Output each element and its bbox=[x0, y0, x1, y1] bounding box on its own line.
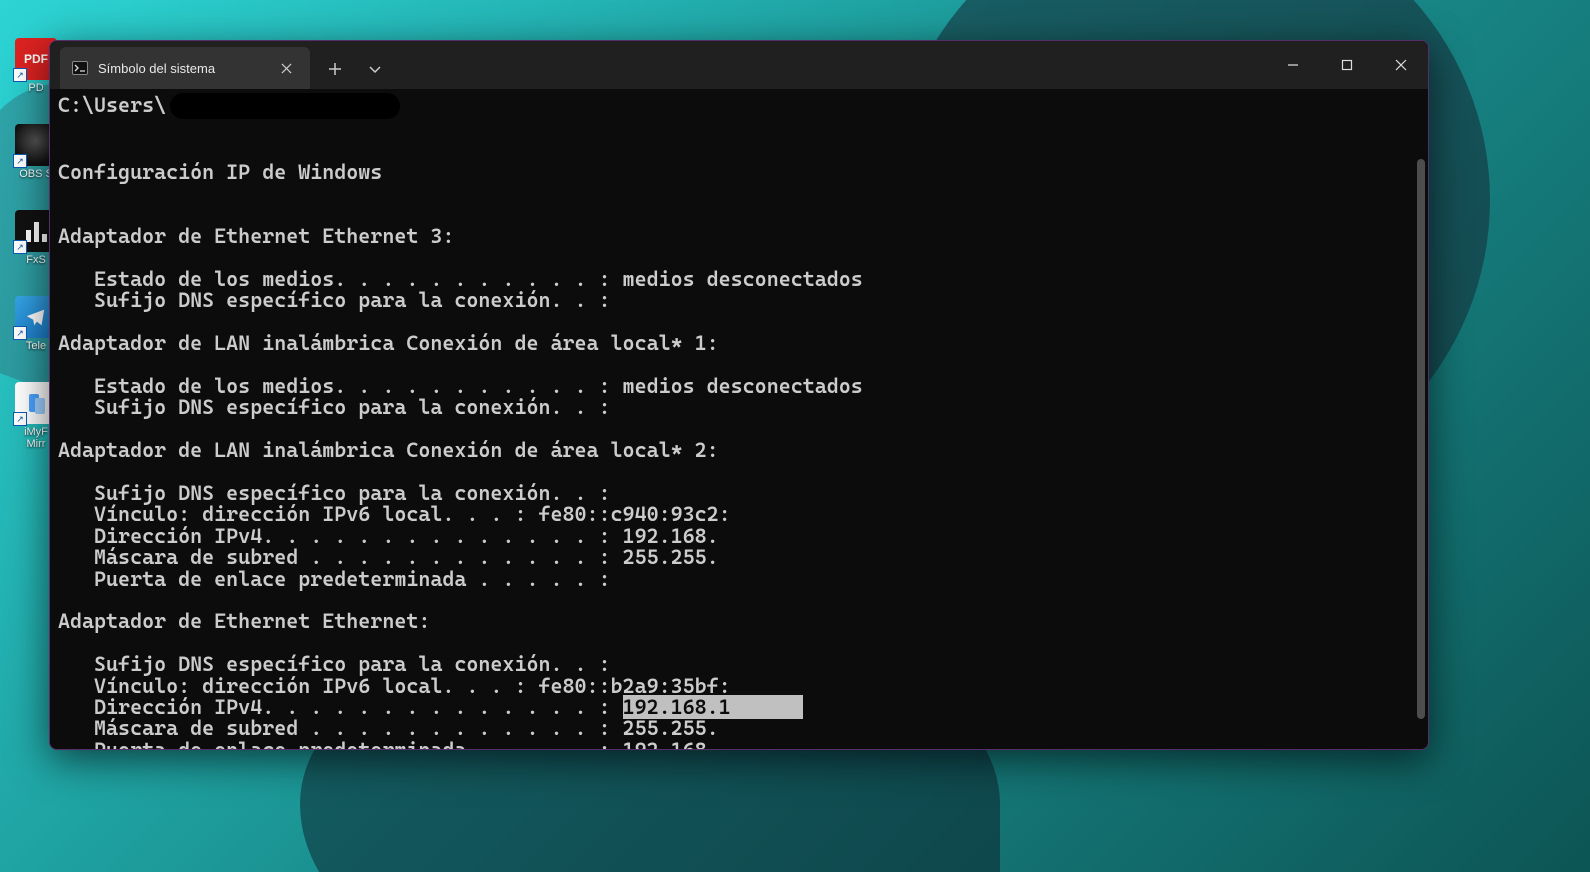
tabstrip-buttons bbox=[318, 41, 392, 89]
titlebar[interactable]: Símbolo del sistema bbox=[50, 41, 1428, 89]
terminal-line: Sufijo DNS específico para la conexión. … bbox=[58, 288, 611, 312]
terminal-line: Dirección IPv4. . . . . . . . . . . . . … bbox=[58, 524, 719, 548]
new-tab-button[interactable] bbox=[318, 52, 352, 86]
terminal-window: Símbolo del sistema C:\Use bbox=[49, 40, 1429, 750]
scrollbar-thumb[interactable] bbox=[1417, 159, 1425, 719]
selected-text: 192.168.1 bbox=[623, 695, 731, 719]
terminal-line: Dirección IPv4. . . . . . . . . . . . . … bbox=[58, 695, 803, 719]
terminal-line: Configuración IP de Windows bbox=[58, 160, 382, 184]
tab-command-prompt[interactable]: Símbolo del sistema bbox=[60, 47, 310, 89]
terminal-line: Adaptador de LAN inalámbrica Conexión de… bbox=[58, 331, 719, 355]
terminal-line: Sufijo DNS específico para la conexión. … bbox=[58, 652, 611, 676]
titlebar-drag-area[interactable] bbox=[392, 41, 1266, 89]
desktop-icon-label: FxS bbox=[26, 254, 46, 266]
prompt-path: C:\Users\ bbox=[58, 95, 166, 116]
desktop-icon-label: iMyFMirr bbox=[24, 426, 48, 450]
command-prompt-icon bbox=[72, 60, 88, 76]
tab-close-button[interactable] bbox=[272, 54, 300, 82]
minimize-button[interactable] bbox=[1266, 41, 1320, 89]
terminal-scrollbar[interactable] bbox=[1417, 149, 1425, 739]
terminal-line: Máscara de subred . . . . . . . . . . . … bbox=[58, 716, 719, 740]
desktop-icon-label: Tele bbox=[26, 340, 46, 352]
tab-dropdown-button[interactable] bbox=[358, 52, 392, 86]
terminal-output[interactable]: C:\Users\ Configuración IP de Windows Ad… bbox=[50, 89, 1428, 749]
terminal-line: Vínculo: dirección IPv6 local. . . : fe8… bbox=[58, 674, 731, 698]
terminal-line: Adaptador de LAN inalámbrica Conexión de… bbox=[58, 438, 719, 462]
redacted-username bbox=[170, 93, 400, 119]
terminal-line: Puerta de enlace predeterminada . . . . … bbox=[58, 738, 719, 749]
terminal-line: Vínculo: dirección IPv6 local. . . : fe8… bbox=[58, 502, 731, 526]
terminal-line: Estado de los medios. . . . . . . . . . … bbox=[58, 267, 863, 291]
terminal-line: Adaptador de Ethernet Ethernet: bbox=[58, 609, 430, 633]
tab-title: Símbolo del sistema bbox=[98, 61, 262, 76]
terminal-line: Puerta de enlace predeterminada . . . . … bbox=[58, 567, 611, 591]
maximize-button[interactable] bbox=[1320, 41, 1374, 89]
terminal-line: Máscara de subred . . . . . . . . . . . … bbox=[58, 545, 719, 569]
terminal-line: Adaptador de Ethernet Ethernet 3: bbox=[58, 224, 454, 248]
terminal-line: Estado de los medios. . . . . . . . . . … bbox=[58, 374, 863, 398]
window-controls bbox=[1266, 41, 1428, 89]
terminal-line: Sufijo DNS específico para la conexión. … bbox=[58, 395, 611, 419]
terminal-line: Sufijo DNS específico para la conexión. … bbox=[58, 481, 611, 505]
close-button[interactable] bbox=[1374, 41, 1428, 89]
desktop-icon-label: OBS S bbox=[19, 168, 53, 180]
desktop-icon-label: PD bbox=[28, 82, 43, 94]
